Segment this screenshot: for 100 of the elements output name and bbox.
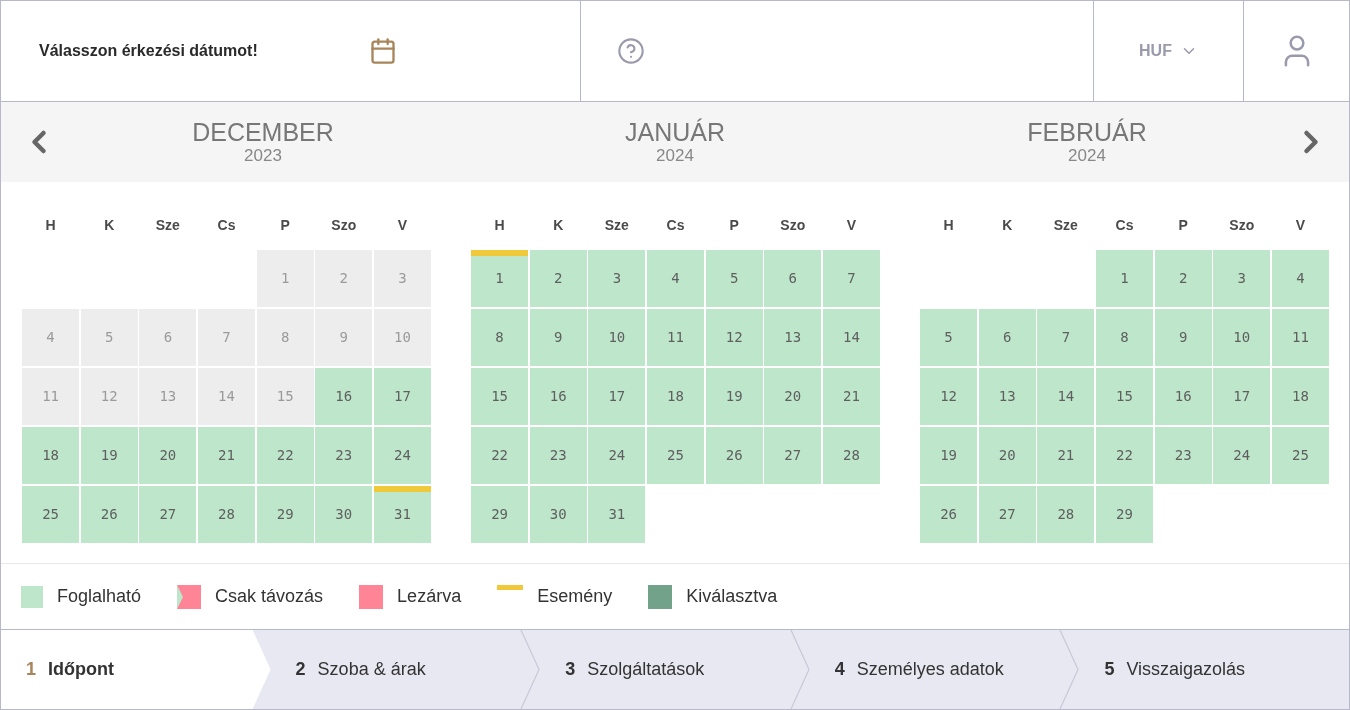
day-cell[interactable]: 5 <box>705 250 763 307</box>
day-cell[interactable]: 29 <box>256 486 314 543</box>
day-cell[interactable]: 19 <box>705 368 763 425</box>
day-cell[interactable]: 27 <box>139 486 197 543</box>
closed-swatch <box>359 584 384 609</box>
day-cell[interactable]: 23 <box>1154 427 1212 484</box>
day-cell[interactable]: 20 <box>139 427 197 484</box>
day-cell[interactable]: 4 <box>1271 250 1329 307</box>
month-name: FEBRUÁR <box>1027 120 1147 145</box>
day-cell[interactable]: 13 <box>978 368 1036 425</box>
day-cell[interactable]: 14 <box>1037 368 1095 425</box>
day-cell[interactable]: 2 <box>1154 250 1212 307</box>
weekday-label: K <box>1001 216 1014 235</box>
day-cell[interactable]: 6 <box>978 309 1036 366</box>
day-cell[interactable]: 21 <box>1037 427 1095 484</box>
day-cell[interactable]: 22 <box>1095 427 1154 484</box>
day-cell[interactable]: 16 <box>1154 368 1212 425</box>
day-cell[interactable]: 16 <box>529 368 587 425</box>
step-tab[interactable]: 3 Szolgáltatások <box>540 630 790 709</box>
day-cell[interactable]: 26 <box>80 486 138 543</box>
day-cell[interactable]: 17 <box>373 368 431 425</box>
step-tab[interactable]: 2 Szoba & árak <box>270 630 521 709</box>
day-cell[interactable]: 24 <box>1213 427 1271 484</box>
day-cell[interactable]: 25 <box>22 486 80 543</box>
day-cell[interactable]: 27 <box>764 427 822 484</box>
day-cell[interactable]: 24 <box>373 427 431 484</box>
help-icon[interactable] <box>617 37 645 65</box>
day-cell[interactable]: 31 <box>588 486 646 543</box>
weekday-label: Szo <box>779 216 807 235</box>
day-cell[interactable]: 14 <box>822 309 880 366</box>
currency-dropdown[interactable]: HUF <box>1094 1 1244 101</box>
day-cell[interactable]: 25 <box>646 427 705 484</box>
event-swatch <box>497 585 524 590</box>
step-tab[interactable]: 5 Visszaigazolás <box>1079 630 1349 709</box>
day-cell[interactable]: 17 <box>588 368 646 425</box>
day-cell[interactable]: 6 <box>764 250 822 307</box>
legend-label: Kiválasztva <box>686 585 778 608</box>
day-cell[interactable]: 5 <box>920 309 978 366</box>
departure-swatch <box>177 584 202 609</box>
day-cell[interactable]: 9 <box>1154 309 1212 366</box>
day-cell[interactable]: 12 <box>920 368 978 425</box>
day-cell[interactable]: 7 <box>822 250 880 307</box>
day-cell[interactable]: 23 <box>315 427 373 484</box>
day-cell[interactable]: 30 <box>315 486 373 543</box>
day-cell[interactable]: 28 <box>197 486 256 543</box>
weekday-label: V <box>1294 216 1307 235</box>
day-cell[interactable]: 11 <box>646 309 705 366</box>
day-cell[interactable]: 30 <box>529 486 587 543</box>
day-cell[interactable]: 26 <box>920 486 978 543</box>
day-cell[interactable]: 28 <box>1037 486 1095 543</box>
day-cell[interactable]: 21 <box>822 368 880 425</box>
day-cell[interactable]: 20 <box>764 368 822 425</box>
day-cell[interactable]: 15 <box>1095 368 1154 425</box>
day-cell[interactable]: 9 <box>529 309 587 366</box>
day-cell[interactable]: 13 <box>764 309 822 366</box>
day-cell[interactable]: 10 <box>1213 309 1271 366</box>
day-cell[interactable]: 29 <box>1095 486 1154 543</box>
weekday-label: H <box>44 216 57 235</box>
month-name: DECEMBER <box>192 120 334 145</box>
day-cell[interactable]: 17 <box>1213 368 1271 425</box>
day-cell[interactable]: 8 <box>1095 309 1154 366</box>
weekday-label: P <box>1177 216 1189 235</box>
day-cell[interactable]: 18 <box>646 368 705 425</box>
weekday-label: H <box>493 216 506 235</box>
year-label: 2024 <box>656 147 694 164</box>
day-cell[interactable]: 26 <box>705 427 763 484</box>
day-cell[interactable]: 16 <box>315 368 373 425</box>
day-cell[interactable]: 24 <box>588 427 646 484</box>
day-cell[interactable]: 11 <box>1271 309 1329 366</box>
day-cell[interactable]: 23 <box>529 427 587 484</box>
day-cell[interactable]: 18 <box>22 427 80 484</box>
calendar-icon[interactable] <box>369 37 397 65</box>
day-cell[interactable]: 21 <box>197 427 256 484</box>
day-cell[interactable]: 7 <box>1037 309 1095 366</box>
weekday-label: Szo <box>1228 216 1256 235</box>
day-cell[interactable]: 2 <box>529 250 587 307</box>
day-cell[interactable]: 20 <box>978 427 1036 484</box>
step-tab[interactable]: 1 Időpont <box>1 630 271 709</box>
day-cell[interactable]: 15 <box>471 368 529 425</box>
weekday-label: Cs <box>216 216 237 235</box>
day-cell[interactable]: 28 <box>822 427 880 484</box>
day-cell[interactable]: 10 <box>588 309 646 366</box>
day-cell[interactable]: 1 <box>1095 250 1154 307</box>
day-cell[interactable]: 4 <box>646 250 705 307</box>
day-cell[interactable]: 8 <box>471 309 529 366</box>
day-cell[interactable]: 25 <box>1271 427 1329 484</box>
step-tab[interactable]: 4 Személyes adatok <box>809 630 1060 709</box>
day-cell[interactable]: 18 <box>1271 368 1329 425</box>
day-cell[interactable]: 3 <box>588 250 646 307</box>
day-cell[interactable]: 19 <box>80 427 138 484</box>
day-cell[interactable]: 1 <box>471 250 529 307</box>
day-cell[interactable]: 29 <box>471 486 529 543</box>
day-cell[interactable]: 31 <box>373 486 431 543</box>
weekday-label: Cs <box>665 216 686 235</box>
day-cell[interactable]: 22 <box>256 427 314 484</box>
day-cell[interactable]: 3 <box>1213 250 1271 307</box>
day-cell[interactable]: 19 <box>920 427 978 484</box>
day-cell[interactable]: 22 <box>471 427 529 484</box>
day-cell[interactable]: 27 <box>978 486 1036 543</box>
day-cell[interactable]: 12 <box>705 309 763 366</box>
